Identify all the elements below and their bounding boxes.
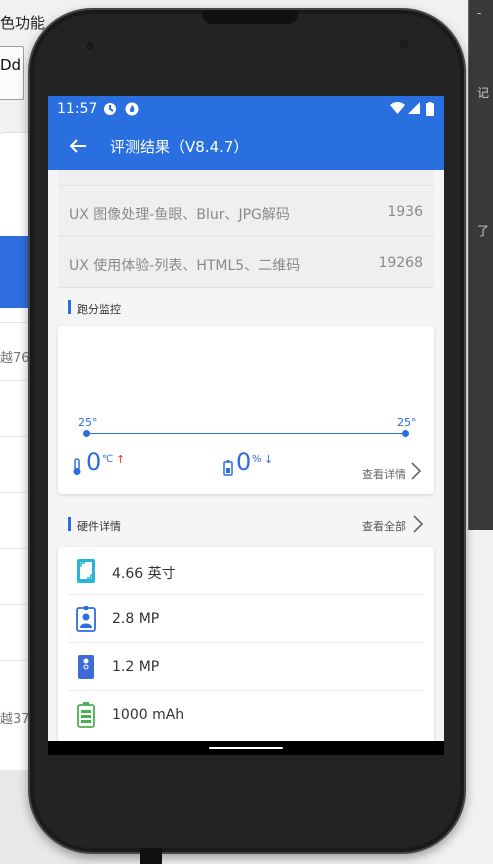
hardware-section-header: 硬件详情 查看全部 (58, 514, 434, 534)
start-temp-label: 25° (78, 416, 98, 429)
battery-icon (77, 702, 95, 728)
temperature-line (87, 433, 405, 434)
host-right-glyph: 了 (477, 224, 490, 238)
status-time: 11:57 (57, 101, 98, 117)
hardware-item[interactable]: 4.66 英寸 (68, 547, 424, 595)
wifi-icon (390, 102, 405, 114)
rear-camera-icon (78, 655, 94, 679)
score-row[interactable]: UX 图像处理-鱼眼、Blur、JPG解码 1936 (58, 187, 434, 237)
score-label: UX 图像处理-鱼眼、Blur、JPG解码 (69, 207, 290, 223)
temperature-start-point (83, 430, 90, 437)
score-value: 19268 (378, 255, 423, 271)
phone-camera-icon (398, 38, 410, 50)
hardware-item-text: 1000 mAh (112, 707, 185, 723)
host-right-glyph: - (477, 6, 482, 20)
back-arrow-icon[interactable] (66, 134, 90, 158)
hardware-item-text: 2.8 MP (112, 611, 160, 627)
status-bar: 11:57 (48, 96, 444, 122)
battery-unit: % (252, 454, 262, 465)
home-gesture-pill[interactable] (209, 747, 283, 749)
signal-icon (408, 102, 420, 114)
end-temp-label: 25° (397, 416, 417, 429)
battery-value: 0 (236, 448, 252, 476)
host-side-text: 越76 (0, 351, 30, 366)
monitor-card: 25° 25° 0 ℃ ↑ 0 % ↓ 查看详情 (58, 326, 434, 494)
system-nav-bar (48, 741, 444, 755)
monitor-section-header: 跑分监控 (58, 297, 434, 317)
chevron-right-icon[interactable] (412, 514, 424, 534)
section-accent (68, 517, 71, 531)
phone-screen: 11:57 评测结果（V8.4.7） UX 图像处理-鱼眼、Blur、JPG解码… (48, 96, 444, 741)
battery-status-icon (426, 102, 434, 116)
score-label: UX 使用体验-列表、HTML5、二维码 (69, 258, 301, 274)
host-right-glyph: 记 (477, 86, 490, 100)
hardware-card: 4.66 英寸 2.8 MP 1.2 MP 1000 mAh (58, 547, 434, 741)
host-window-title: 色功能 (0, 14, 46, 32)
score-row[interactable]: UX 使用体验-列表、HTML5、二维码 19268 (58, 238, 434, 288)
score-value: 1936 (387, 204, 423, 220)
temperature-end-point (402, 430, 409, 437)
page-title: 评测结果（V8.4.7） (110, 138, 249, 156)
temperature-unit: ℃ (102, 454, 114, 465)
chevron-right-icon[interactable] (410, 461, 422, 481)
scroll-content[interactable]: UX 图像处理-鱼眼、Blur、JPG解码 1936 UX 使用体验-列表、HT… (48, 170, 444, 741)
score-row-partial (58, 170, 434, 186)
thermometer-icon (73, 458, 81, 475)
temperature-value: 0 (86, 448, 102, 476)
host-right-panel: - 记 了 (468, 0, 493, 530)
host-window-button[interactable]: Dd (0, 46, 24, 100)
hardware-item-text: 4.66 英寸 (112, 566, 176, 582)
battery-level-icon (223, 460, 233, 476)
battery-down-arrow: ↓ (264, 453, 274, 466)
phone-speaker (202, 10, 298, 24)
hardware-item-text: 1.2 MP (112, 659, 160, 675)
phone-sensor-icon (84, 40, 96, 52)
host-side-text: 越37 (0, 712, 30, 727)
hardware-item[interactable]: 1000 mAh (68, 691, 424, 739)
phone-cable (140, 848, 162, 864)
section-accent (68, 300, 71, 314)
monitor-section-title: 跑分监控 (77, 303, 121, 316)
hardware-item[interactable]: 1.2 MP (68, 643, 424, 691)
fire-notification-icon (125, 102, 139, 116)
screen-icon (77, 559, 95, 583)
hardware-section-title: 硬件详情 (77, 520, 121, 533)
view-details-link[interactable]: 查看详情 (362, 466, 406, 482)
temperature-up-arrow: ↑ (116, 453, 126, 466)
hardware-item[interactable]: 2.8 MP (68, 595, 424, 643)
front-camera-icon (76, 606, 96, 632)
app-bar: 评测结果（V8.4.7） (48, 122, 444, 170)
view-all-link[interactable]: 查看全部 (362, 518, 406, 534)
app-notification-icon (104, 103, 116, 115)
